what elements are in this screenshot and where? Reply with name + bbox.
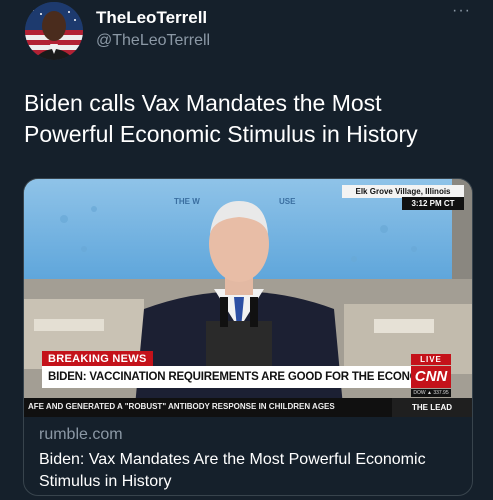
more-options-icon[interactable]: ··· xyxy=(452,2,471,20)
handle[interactable]: @TheLeoTerrell xyxy=(96,32,210,50)
tweet-text: Biden calls Vax Mandates the Most Powerf… xyxy=(24,90,418,147)
avatar-image xyxy=(25,2,83,60)
show-name: THE LEAD xyxy=(392,398,472,417)
card-title: Biden: Vax Mandates Are the Most Powerfu… xyxy=(39,451,426,490)
network-logo: CNN xyxy=(411,366,451,388)
link-card[interactable]: THE W USE Elk Grove Village, Illinois 3:… xyxy=(23,178,473,496)
ticker-text: AFE AND GENERATED A "ROBUST" ANTIBODY RE… xyxy=(28,402,335,411)
time-label: 3:12 PM CT xyxy=(402,197,464,210)
breaking-news-tag: BREAKING NEWS xyxy=(42,351,153,367)
svg-text:USE: USE xyxy=(279,197,296,206)
card-domain: rumble.com xyxy=(39,426,123,443)
avatar[interactable] xyxy=(25,2,83,60)
chyron-headline: BIDEN: VACCINATION REQUIREMENTS ARE GOOD… xyxy=(42,366,412,388)
svg-text:THE W: THE W xyxy=(174,197,200,206)
display-name[interactable]: TheLeoTerrell xyxy=(96,8,207,28)
video-thumbnail[interactable]: THE W USE Elk Grove Village, Illinois 3:… xyxy=(24,179,472,417)
card-footer[interactable]: rumble.com Biden: Vax Mandates Are the M… xyxy=(39,425,459,493)
news-ticker: AFE AND GENERATED A "ROBUST" ANTIBODY RE… xyxy=(24,398,472,417)
dow-ticker: DOW ▲ 337.95 xyxy=(411,389,451,397)
live-tag: LIVE xyxy=(411,354,451,365)
